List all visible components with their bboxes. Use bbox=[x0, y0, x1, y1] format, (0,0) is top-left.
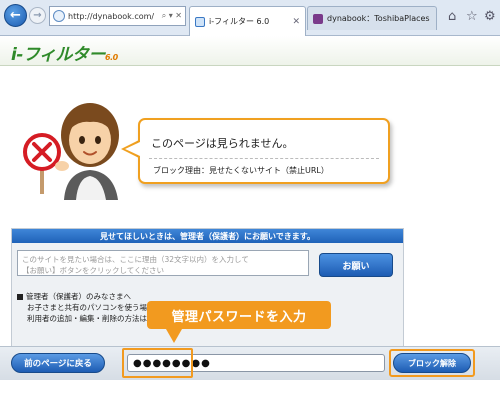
gear-icon[interactable]: ⚙ bbox=[484, 9, 496, 24]
logo-version: 6.0 bbox=[105, 53, 118, 62]
address-controls[interactable]: ⌕ ▾ ✕ bbox=[162, 11, 182, 21]
bullet-icon bbox=[17, 294, 23, 300]
admin-note-heading: 管理者（保護者）のみなさまへ bbox=[26, 292, 131, 301]
ie-favicon-icon bbox=[195, 16, 205, 27]
block-message-bubble: このページは見られません。 ブロック理由：見せたくないサイト（禁止URL） bbox=[138, 118, 390, 184]
logo-text: i-フィルター bbox=[11, 45, 106, 65]
reason-placeholder-line1: このサイトを見たい場合は、ここに理由（32文字以内）を入力して bbox=[22, 255, 249, 264]
instruction-callout: 管理パスワードを入力 bbox=[147, 301, 331, 329]
page-favicon-icon bbox=[313, 13, 323, 24]
tab-close-icon[interactable]: ✕ bbox=[292, 17, 300, 27]
tab-dynabook[interactable]: dynabook：ToshibaPlaces bbox=[307, 6, 437, 30]
home-icon[interactable]: ⌂ bbox=[448, 9, 456, 24]
i-filter-logo: i-フィルター6.0 bbox=[11, 40, 118, 65]
request-panel-header: 見せてほしいときは、管理者（保護者）にお願いできます。 bbox=[12, 229, 403, 243]
back-arrow-icon[interactable]: ← bbox=[4, 4, 27, 27]
address-text[interactable]: http://dynabook.com/ bbox=[68, 12, 162, 21]
request-button[interactable]: お願い bbox=[319, 253, 393, 277]
instruction-callout-pointer bbox=[166, 329, 182, 343]
star-icon[interactable]: ☆ bbox=[466, 9, 478, 24]
divider bbox=[149, 158, 379, 159]
globe-icon bbox=[53, 10, 65, 22]
reason-placeholder-line2: 【お願い】ボタンをクリックしてください bbox=[22, 266, 165, 275]
mascot-illustration bbox=[23, 103, 119, 200]
browser-toolbar: ← → http://dynabook.com/ ⌕ ▾ ✕ i-フィルター 6… bbox=[0, 0, 500, 36]
address-bar[interactable]: http://dynabook.com/ ⌕ ▾ ✕ bbox=[49, 6, 186, 26]
header-bar: i-フィルター6.0 bbox=[0, 36, 500, 66]
password-highlight-box bbox=[122, 348, 193, 378]
tab-label: i-フィルター 6.0 bbox=[209, 17, 270, 26]
forward-arrow-icon[interactable]: → bbox=[29, 7, 46, 24]
block-reason: ブロック理由：見せたくないサイト（禁止URL） bbox=[153, 166, 329, 175]
reason-input[interactable]: このサイトを見たい場合は、ここに理由（32文字以内）を入力して 【お願い】ボタン… bbox=[17, 250, 309, 276]
tab-i-filter[interactable]: i-フィルター 6.0 ✕ bbox=[189, 6, 306, 36]
speech-bubble-tail-inner bbox=[125, 142, 140, 156]
block-title: このページは見られません。 bbox=[151, 137, 294, 150]
back-to-previous-page-button[interactable]: 前のページに戻る bbox=[11, 353, 105, 373]
request-panel: 見せてほしいときは、管理者（保護者）にお願いできます。 このサイトを見たい場合は… bbox=[11, 228, 404, 348]
unblock-highlight-box bbox=[389, 349, 475, 377]
tab-label: dynabook：ToshibaPlaces bbox=[327, 14, 430, 23]
status-bar bbox=[0, 381, 500, 401]
